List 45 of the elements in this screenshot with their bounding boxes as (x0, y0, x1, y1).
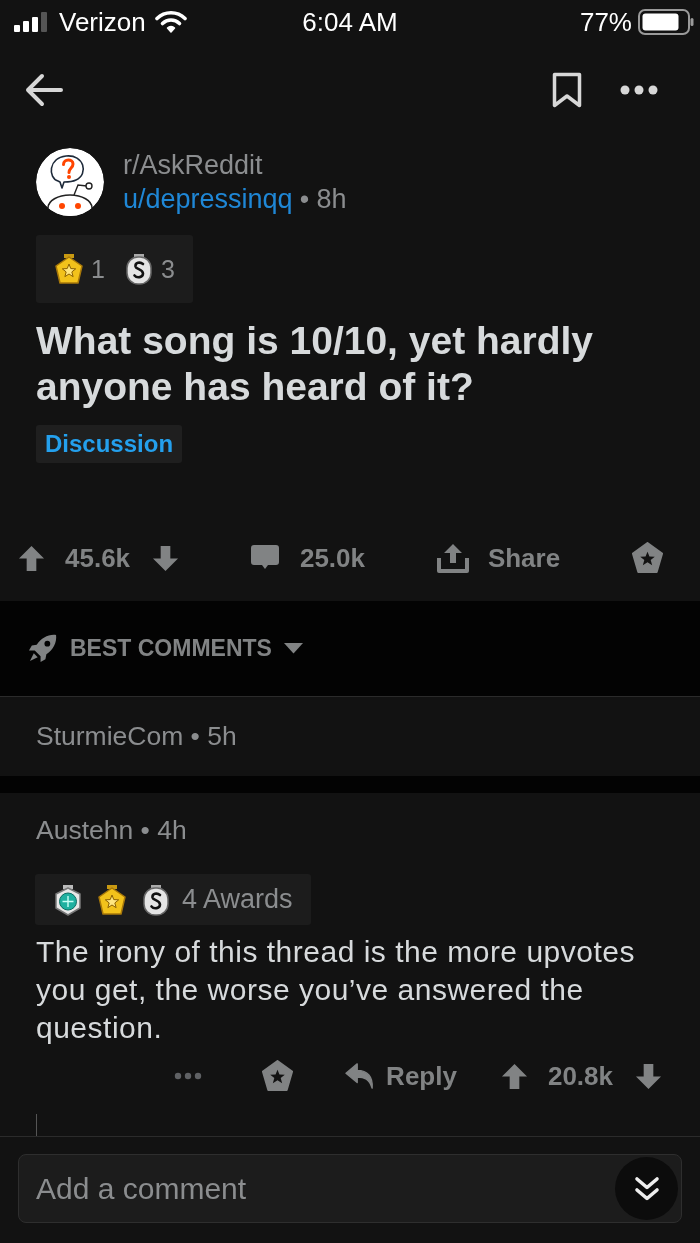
upvote-icon[interactable] (500, 1062, 528, 1090)
comment-count: 25.0k (299, 542, 365, 574)
battery-icon (638, 9, 694, 35)
clock-time: 6:04 AM (302, 6, 398, 38)
wifi-icon (154, 10, 187, 34)
comment-text: The irony of this thread is the more upvotes you get, the worse you’ve answered the question. (36, 934, 636, 1046)
username-link[interactable]: u/depressinqq (123, 183, 293, 215)
upvote-icon[interactable] (18, 544, 45, 572)
carrier-name: Verizon (59, 6, 146, 38)
awards-label: 4 Awards (182, 884, 293, 915)
post-age: • 8h (299, 183, 347, 215)
comment-byline[interactable]: SturmieCom • 5h (36, 721, 237, 752)
battery-percent: 77% (579, 6, 632, 38)
double-chevron-icon (632, 1174, 661, 1203)
vote-count: 20.8k (547, 1060, 613, 1092)
reply-button[interactable]: Reply (344, 1060, 457, 1092)
gem-medal-icon (54, 883, 82, 916)
share-icon[interactable] (435, 542, 470, 574)
caret-icon (283, 643, 303, 654)
share-label[interactable]: Share (487, 542, 561, 574)
s-coin-icon (142, 883, 170, 916)
awards-panel[interactable]: 1 3 (36, 235, 193, 303)
award-count: 1 (91, 254, 105, 284)
comment-field[interactable]: Add a comment (18, 1154, 682, 1223)
flair-tag[interactable]: Discussion (36, 425, 183, 463)
subreddit-name[interactable]: r/AskReddit (123, 149, 347, 181)
back-arrow-icon[interactable] (25, 73, 63, 107)
downvote-icon[interactable] (152, 544, 180, 572)
bookmark-icon[interactable] (552, 72, 582, 108)
award-count: 3 (160, 254, 175, 284)
vote-count: 45.6k (65, 542, 131, 574)
s-coin-icon (124, 253, 153, 285)
more-icon[interactable] (620, 85, 658, 95)
rocket-icon (27, 633, 58, 664)
signal-icon (14, 12, 50, 32)
sort-button[interactable]: BEST COMMENTS (27, 633, 303, 664)
star-medal-icon (55, 253, 83, 285)
award-icon[interactable] (631, 542, 664, 574)
post-title: What song is 10/10, yet hardly anyone has heard of it? (36, 318, 594, 410)
star-medal-icon (98, 883, 126, 916)
award-icon[interactable] (261, 1060, 295, 1092)
subreddit-icon[interactable] (36, 148, 104, 216)
downvote-icon[interactable] (635, 1062, 662, 1090)
awards-panel[interactable]: 4 Awards (35, 874, 311, 925)
comment-byline[interactable]: Austehn • 4h (36, 815, 187, 845)
